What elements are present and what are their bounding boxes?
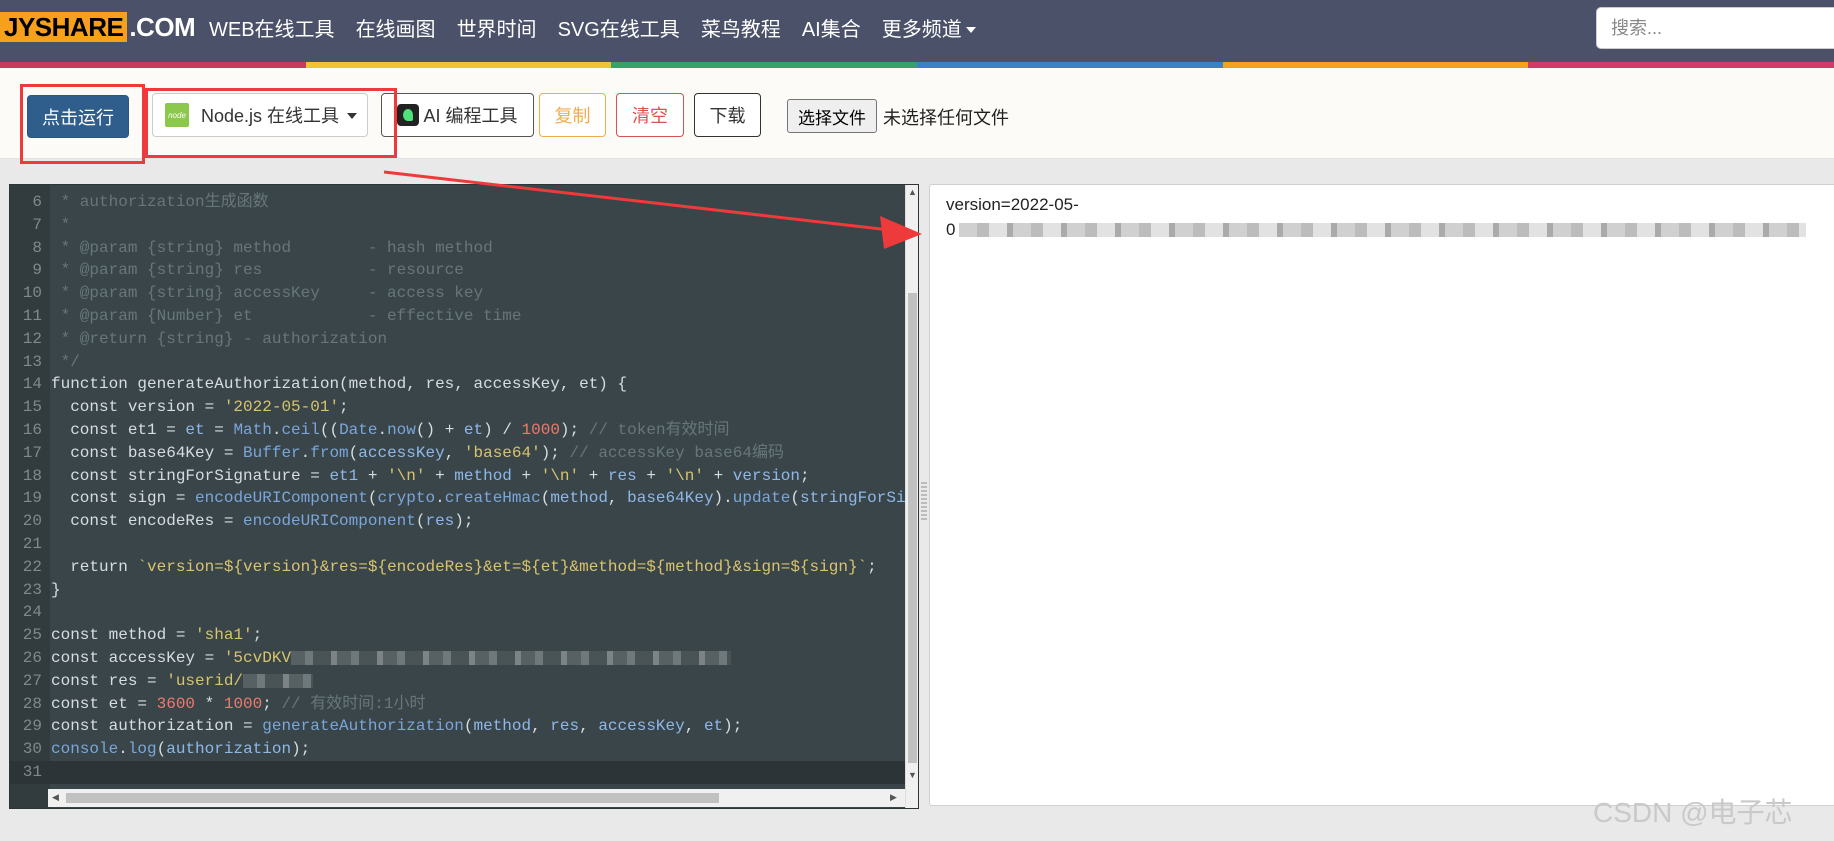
watermark: CSDN @电子芯	[1593, 797, 1793, 828]
annotation-arrow	[383, 170, 922, 249]
